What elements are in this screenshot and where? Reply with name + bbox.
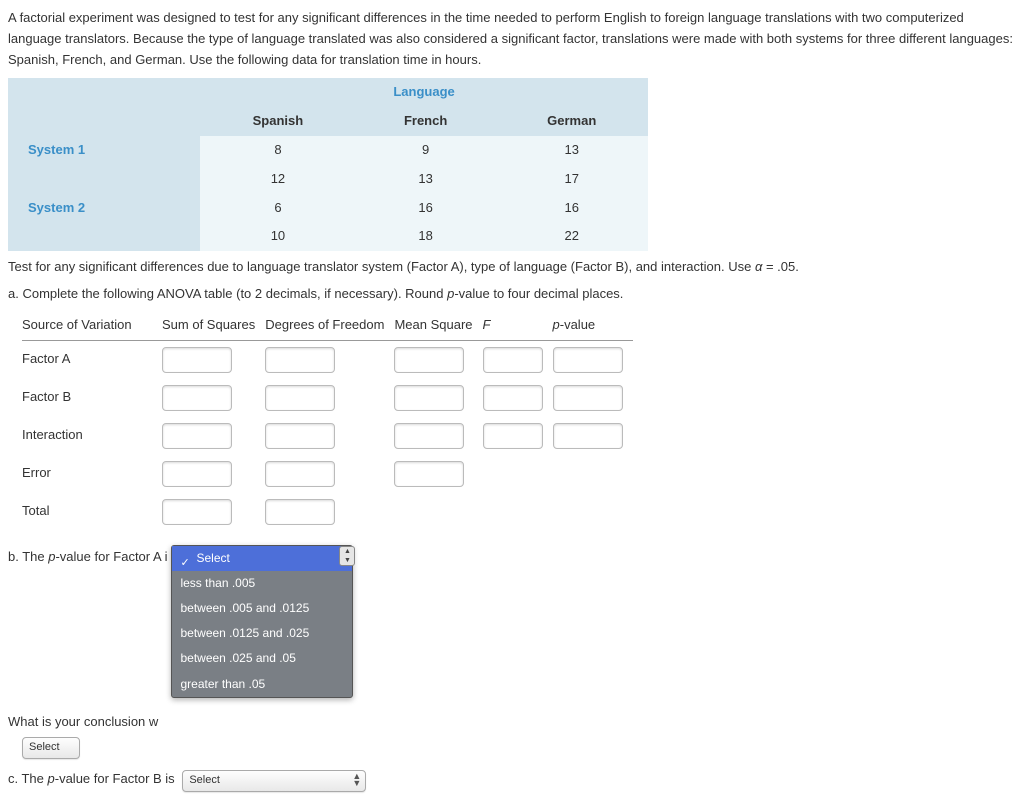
- dropdown-option[interactable]: greater than .05: [172, 672, 352, 697]
- input-i-ms[interactable]: [394, 423, 464, 449]
- input-a-df[interactable]: [265, 347, 335, 373]
- test-instructions: Test for any significant differences due…: [8, 257, 1016, 278]
- hdr-pvalue: p-value: [553, 311, 633, 340]
- input-b-f[interactable]: [483, 385, 543, 411]
- input-b-p[interactable]: [553, 385, 623, 411]
- conclusion-select[interactable]: Select: [22, 737, 80, 759]
- conclusion-question: What is your conclusion w: [8, 712, 1016, 733]
- input-i-f[interactable]: [483, 423, 543, 449]
- anova-table: Source of Variation Sum of Squares Degre…: [22, 311, 633, 531]
- input-b-ss[interactable]: [162, 385, 232, 411]
- part-c: c. The p-value for Factor B is Select ▲▼: [8, 769, 1016, 792]
- row-total: Total: [22, 493, 162, 531]
- row-system2: System 2: [8, 194, 200, 223]
- input-t-df[interactable]: [265, 499, 335, 525]
- part-a-prompt: a. Complete the following ANOVA table (t…: [8, 284, 1016, 305]
- dropdown-option[interactable]: between .0125 and .025: [172, 621, 352, 646]
- input-i-ss[interactable]: [162, 423, 232, 449]
- check-icon: [180, 553, 190, 563]
- updown-icon: ▲▼: [352, 773, 361, 787]
- input-a-ms[interactable]: [394, 347, 464, 373]
- row-interaction: Interaction: [22, 417, 162, 455]
- factor-a-pvalue-dropdown[interactable]: Select less than .005 between .005 and .…: [171, 545, 353, 698]
- input-b-ms[interactable]: [394, 385, 464, 411]
- part-b: b. The p-value for Factor A i Select les…: [8, 545, 1016, 698]
- hdr-f: F: [483, 311, 553, 340]
- input-e-df[interactable]: [265, 461, 335, 487]
- dropdown-option[interactable]: less than .005: [172, 571, 352, 596]
- hdr-ss: Sum of Squares: [162, 311, 265, 340]
- dropdown-option[interactable]: between .025 and .05: [172, 646, 352, 671]
- input-a-f[interactable]: [483, 347, 543, 373]
- input-a-p[interactable]: [553, 347, 623, 373]
- col-spanish: Spanish: [200, 107, 356, 136]
- dropdown-option[interactable]: between .005 and .0125: [172, 596, 352, 621]
- language-header: Language: [200, 78, 648, 107]
- factor-b-pvalue-select[interactable]: Select ▲▼: [182, 770, 366, 792]
- input-t-ss[interactable]: [162, 499, 232, 525]
- input-b-df[interactable]: [265, 385, 335, 411]
- hdr-ms: Mean Square: [394, 311, 482, 340]
- col-german: German: [495, 107, 648, 136]
- data-table: Language Spanish French German System 1 …: [8, 78, 648, 251]
- dropdown-selected[interactable]: Select: [172, 546, 352, 571]
- input-a-ss[interactable]: [162, 347, 232, 373]
- row-factor-a: Factor A: [22, 340, 162, 379]
- row-system1: System 1: [8, 136, 200, 165]
- stepper-icon[interactable]: ▲▼: [339, 546, 355, 566]
- input-e-ss[interactable]: [162, 461, 232, 487]
- input-e-ms[interactable]: [394, 461, 464, 487]
- input-i-p[interactable]: [553, 423, 623, 449]
- col-french: French: [356, 107, 496, 136]
- row-error: Error: [22, 455, 162, 493]
- problem-intro: A factorial experiment was designed to t…: [8, 8, 1016, 70]
- hdr-source: Source of Variation: [22, 311, 162, 340]
- input-i-df[interactable]: [265, 423, 335, 449]
- row-factor-b: Factor B: [22, 379, 162, 417]
- hdr-df: Degrees of Freedom: [265, 311, 394, 340]
